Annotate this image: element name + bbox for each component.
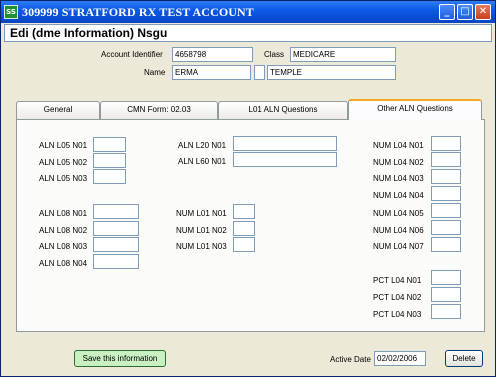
aln-l08-n03-field[interactable]	[93, 237, 139, 252]
save-button[interactable]: Save this information	[74, 350, 166, 367]
num-l01-n01-field[interactable]	[233, 204, 255, 219]
num-l04-n06-field[interactable]	[431, 220, 461, 235]
close-button[interactable]: ✕	[475, 4, 491, 20]
num-l01-n02-label: NUM L01 N02	[176, 226, 227, 235]
pct-l04-n01-field[interactable]	[431, 270, 461, 285]
pct-l04-n03-field[interactable]	[431, 304, 461, 319]
app-window: SS 309999 STRATFORD RX TEST ACCOUNT _ □ …	[0, 0, 496, 377]
num-l04-n05-label: NUM L04 N05	[373, 209, 424, 218]
pct-l04-n03-label: PCT L04 N03	[373, 310, 422, 319]
tab-cmn-form[interactable]: CMN Form: 02.03	[100, 101, 218, 119]
app-logo-icon: SS	[4, 5, 18, 19]
last-name-field[interactable]: TEMPLE	[267, 65, 396, 80]
class-label: Class	[264, 50, 285, 59]
num-l01-n01-label: NUM L01 N01	[176, 209, 227, 218]
num-l04-n04-label: NUM L04 N04	[373, 191, 424, 200]
aln-l60-n01-label: ALN L60 N01	[178, 157, 227, 166]
window-title: 309999 STRATFORD RX TEST ACCOUNT	[22, 5, 254, 19]
num-l04-n04-field[interactable]	[431, 186, 461, 201]
pct-l04-n02-field[interactable]	[431, 287, 461, 302]
num-l04-n07-label: NUM L04 N07	[373, 242, 424, 251]
class-field[interactable]: MEDICARE	[290, 47, 396, 62]
num-l01-n02-field[interactable]	[233, 221, 255, 236]
aln-l05-n01-field[interactable]	[93, 137, 126, 152]
tab-other-aln-questions[interactable]: Other ALN Questions	[348, 99, 482, 120]
pct-l04-n02-label: PCT L04 N02	[373, 293, 422, 302]
middle-initial-field[interactable]	[254, 65, 265, 80]
pct-l04-n01-label: PCT L04 N01	[373, 276, 422, 285]
num-l04-n02-label: NUM L04 N02	[373, 158, 424, 167]
num-l04-n06-label: NUM L04 N06	[373, 226, 424, 235]
account-identifier-label: Account Identifier	[101, 50, 163, 59]
num-l01-n03-label: NUM L01 N03	[176, 242, 227, 251]
aln-l05-n03-field[interactable]	[93, 169, 126, 184]
first-name-field[interactable]: ERMA	[172, 65, 251, 80]
aln-l08-n01-label: ALN L08 N01	[39, 209, 88, 218]
num-l04-n02-field[interactable]	[431, 152, 461, 167]
aln-l05-n02-field[interactable]	[93, 153, 126, 168]
aln-l08-n02-label: ALN L08 N02	[39, 226, 88, 235]
maximize-button[interactable]: □	[457, 4, 473, 20]
active-date-field[interactable]: 02/02/2006	[374, 351, 426, 366]
tab-l01-aln-questions[interactable]: L01 ALN Questions	[218, 101, 348, 119]
aln-l08-n03-label: ALN L08 N03	[39, 242, 88, 251]
tab-general[interactable]: General	[16, 101, 100, 119]
num-l04-n01-field[interactable]	[431, 136, 461, 151]
name-label: Name	[144, 68, 166, 77]
num-l01-n03-field[interactable]	[233, 237, 255, 252]
aln-l20-n01-field[interactable]	[233, 136, 337, 151]
account-identifier-field[interactable]: 4658798	[172, 47, 253, 62]
num-l04-n05-field[interactable]	[431, 203, 461, 218]
aln-l08-n01-field[interactable]	[93, 204, 139, 219]
num-l04-n01-label: NUM L04 N01	[373, 141, 424, 150]
page-title: Edi (dme Information) Nsgu	[10, 26, 168, 40]
delete-button[interactable]: Delete	[445, 350, 483, 367]
num-l04-n03-field[interactable]	[431, 169, 461, 184]
num-l04-n03-label: NUM L04 N03	[373, 174, 424, 183]
aln-l05-n01-label: ALN L05 N01	[39, 141, 88, 150]
title-bar[interactable]: SS 309999 STRATFORD RX TEST ACCOUNT _ □ …	[1, 1, 495, 23]
aln-l08-n04-label: ALN L08 N04	[39, 259, 88, 268]
aln-l05-n02-label: ALN L05 N02	[39, 158, 88, 167]
aln-l60-n01-field[interactable]	[233, 152, 337, 167]
page-header: Edi (dme Information) Nsgu	[4, 24, 492, 42]
aln-l20-n01-label: ALN L20 N01	[178, 141, 227, 150]
active-date-label: Active Date	[330, 355, 371, 364]
aln-l08-n02-field[interactable]	[93, 221, 139, 236]
aln-l05-n03-label: ALN L05 N03	[39, 174, 88, 183]
minimize-button[interactable]: _	[439, 4, 455, 20]
num-l04-n07-field[interactable]	[431, 237, 461, 252]
aln-l08-n04-field[interactable]	[93, 254, 139, 269]
